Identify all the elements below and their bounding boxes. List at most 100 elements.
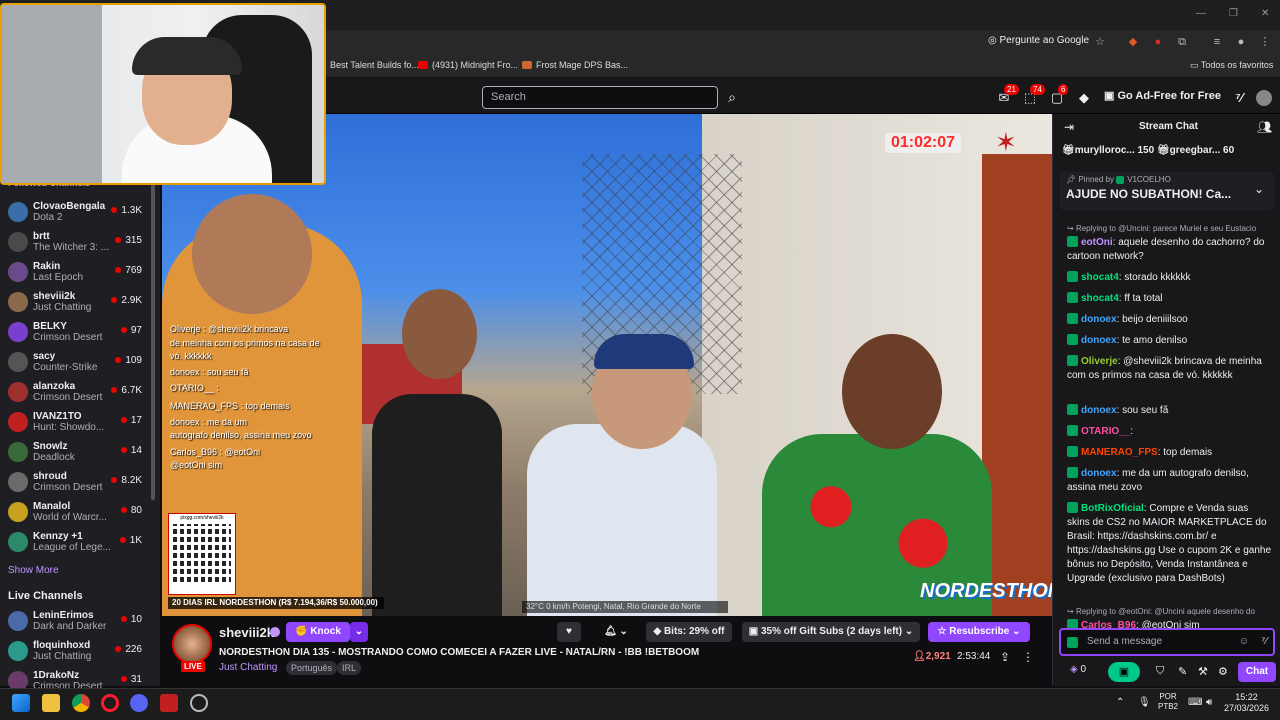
sidebar-channel-followed[interactable]: brtt The Witcher 3: ... 315 <box>0 229 150 259</box>
maximize-icon[interactable]: ❐ <box>1229 8 1238 19</box>
video-player[interactable] <box>162 114 1052 616</box>
profile-icon[interactable]: ● <box>1235 36 1247 48</box>
chat-username[interactable]: BotRixOficial <box>1081 503 1144 514</box>
gift-subs-button[interactable]: ▣ 35% off Gift Subs (2 days left) ⌄ <box>742 622 920 642</box>
file-explorer-icon[interactable] <box>42 694 60 712</box>
volume-icon[interactable]: 🔊︎ <box>1206 697 1212 708</box>
reading-list-icon[interactable]: ≡ <box>1211 36 1223 48</box>
chat-message[interactable]: OTARIO__: <box>1067 425 1272 439</box>
chat-message[interactable]: donoex: sou seu fã <box>1067 404 1272 418</box>
ask-google-button[interactable]: ◎ Pergunte ao Google <box>988 35 1089 53</box>
streamer-avatar[interactable] <box>172 624 212 664</box>
menu-icon[interactable]: ⋮ <box>1259 36 1271 48</box>
opera-icon[interactable] <box>101 694 119 712</box>
chat-username[interactable]: Oliverje <box>1081 356 1118 367</box>
bookmark-item[interactable]: Best Talent Builds fo... <box>330 60 419 70</box>
clock[interactable]: 15:22 27/03/2026 <box>1224 692 1269 714</box>
sidebar-channel-followed[interactable]: BELKY Crimson Desert 97 <box>0 319 150 349</box>
chrome-icon[interactable] <box>72 694 90 712</box>
chat-message[interactable]: donoex: me da um autografo denilso, assi… <box>1067 467 1272 495</box>
minimize-icon[interactable]: — <box>1196 8 1206 19</box>
chat-message[interactable]: MANERAO_FPS: top demais <box>1067 446 1272 460</box>
microphone-icon[interactable]: 🎙︎ <box>1138 697 1151 708</box>
search-input[interactable]: Search <box>482 86 718 109</box>
sidebar-channel-followed[interactable]: Rakin Last Epoch 769 <box>0 259 150 289</box>
all-bookmarks[interactable]: ▭ Todos os favoritos <box>1190 60 1273 71</box>
search-icon[interactable]: ⌕ <box>720 86 744 109</box>
knock-dropdown[interactable]: ⌄ <box>350 622 368 642</box>
sidebar-channel-live[interactable]: floquinhoxd Just Chatting 226 <box>0 638 150 668</box>
close-icon[interactable]: ✕ <box>1261 8 1269 19</box>
ad-free-button[interactable]: ▣ Go Ad-Free for Free <box>1104 89 1221 102</box>
prime-icon[interactable]: ⁷⁄ <box>1261 636 1267 647</box>
chat-username[interactable]: shocat4 <box>1081 272 1119 283</box>
extension-icon[interactable]: ◆ <box>1127 36 1139 48</box>
sidebar-channel-followed[interactable]: sacy Counter-Strike 109 <box>0 349 150 379</box>
windows-start-icon[interactable] <box>12 694 30 712</box>
chat-message[interactable]: eotOni: aquele desenho do cachorro? do c… <box>1067 236 1272 264</box>
knock-button[interactable]: ✊ Knock <box>286 622 350 642</box>
pinned-message[interactable]: 📌︎ Pinned by V1COELHO AJUDE NO SUBATHON!… <box>1060 172 1274 210</box>
show-more-link[interactable]: Show More <box>8 565 59 576</box>
follow-button[interactable]: ♥ <box>557 622 581 642</box>
sidebar-channel-followed[interactable]: sheviii2k Just Chatting 2.9K <box>0 289 150 319</box>
notifications-button[interactable]: 🔔︎ ⌄ <box>596 622 636 642</box>
tag-portugues[interactable]: Português <box>286 661 338 675</box>
chat-username[interactable]: donoex <box>1081 468 1117 479</box>
sidebar-channel-followed[interactable]: Kennzy +1 League of Lege... 1K <box>0 529 150 559</box>
more-options-icon[interactable]: ⋮ <box>1022 650 1034 664</box>
tag-irl[interactable]: IRL <box>337 661 362 675</box>
chat-message[interactable]: shocat4: storado kkkkkk <box>1067 271 1272 285</box>
collapse-chat-icon[interactable]: ⇥ <box>1064 120 1074 134</box>
resubscribe-button[interactable]: ☆ Resubscribe ⌄ <box>928 622 1030 642</box>
network-icon[interactable]: ⌨ <box>1188 697 1202 708</box>
bits-button[interactable]: ◆ Bits: 29% off <box>646 622 732 642</box>
puzzle-icon[interactable]: ⧉ <box>1176 36 1188 48</box>
chat-username[interactable]: OTARIO__ <box>1081 426 1130 437</box>
share-icon[interactable]: ⇪ <box>1000 650 1010 664</box>
star-icon[interactable]: ☆ <box>1094 36 1106 48</box>
app-icon[interactable] <box>160 694 178 712</box>
sidebar-channel-followed[interactable]: alanzoka Crimson Desert 6.7K <box>0 379 150 409</box>
chat-username[interactable]: donoex <box>1081 314 1117 325</box>
sidebar-scrollbar[interactable] <box>151 180 155 500</box>
bookmark-item[interactable]: Frost Mage DPS Bas... <box>522 60 628 70</box>
crown-icon[interactable]: ◆ <box>1076 90 1092 106</box>
chat-message[interactable]: shocat4: ff ta total <box>1067 292 1272 306</box>
chat-message[interactable]: Oliverje: @sheviii2k brincava de meinha … <box>1067 355 1272 383</box>
chevron-up-icon[interactable]: ⌃ <box>1116 697 1124 708</box>
discord-icon[interactable] <box>130 694 148 712</box>
chat-username[interactable]: eotOni <box>1081 237 1113 248</box>
stream-category[interactable]: Just Chatting <box>219 662 277 673</box>
pencil-icon[interactable]: ✎ <box>1178 665 1187 678</box>
sidebar-channel-followed[interactable]: Manalol World of Warcr... 80 <box>0 499 150 529</box>
chat-input[interactable]: Send a message ☺ ⁷⁄ <box>1059 628 1275 656</box>
chat-send-button[interactable]: Chat <box>1238 662 1276 682</box>
sidebar-channel-live[interactable]: LeninErimos Dark and Darker 10 <box>0 608 150 638</box>
chat-username[interactable]: MANERAO_FPS <box>1081 447 1158 458</box>
channel-points[interactable]: ◈ 0 <box>1070 664 1086 675</box>
sidebar-channel-followed[interactable]: IVANZ1TO Hunt: Showdo... 17 <box>0 409 150 439</box>
prime-icon[interactable]: ⁷⁄ <box>1231 90 1247 106</box>
input-language[interactable]: POR PTB2 <box>1158 692 1178 712</box>
bonus-claim-button[interactable]: ▣ <box>1108 662 1140 682</box>
bookmark-item[interactable]: (4931) Midnight Fro... <box>418 60 518 70</box>
sidebar-channel-followed[interactable]: ClovaoBengala Dota 2 1.3K <box>0 199 150 229</box>
chat-username[interactable]: donoex <box>1081 405 1117 416</box>
chevron-down-icon[interactable]: ⌄ <box>1254 182 1264 196</box>
user-avatar[interactable] <box>1256 90 1272 106</box>
streamer-name[interactable]: sheviii2k <box>219 625 274 640</box>
sidebar-channel-followed[interactable]: Snowlz Deadlock 14 <box>0 439 150 469</box>
settings-icon[interactable]: ⚙ <box>1218 665 1228 678</box>
chat-message[interactable]: donoex: te amo denilso <box>1067 334 1272 348</box>
chat-username[interactable]: donoex <box>1081 335 1117 346</box>
shield-icon[interactable]: ⛉ <box>1156 665 1164 678</box>
chat-username[interactable]: shocat4 <box>1081 293 1119 304</box>
sidebar-channel-followed[interactable]: shroud Crimson Desert 8.2K <box>0 469 150 499</box>
chat-message[interactable]: BotRixOficial: Compre e Venda suas skins… <box>1067 502 1272 586</box>
tools-icon[interactable]: ⚒ <box>1198 665 1208 678</box>
chat-message[interactable]: donoex: beijo deniiilsoo <box>1067 313 1272 327</box>
app-icon[interactable] <box>190 694 208 712</box>
community-icon[interactable]: 👥︎ <box>1257 120 1272 134</box>
extension-icon[interactable]: ● <box>1152 36 1164 48</box>
